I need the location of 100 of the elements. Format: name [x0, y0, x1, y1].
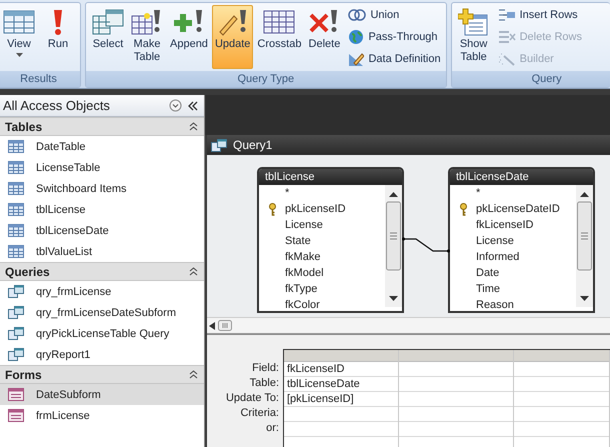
- ribbon-button[interactable]: View: [0, 5, 38, 69]
- ruler-pencil-icon: [348, 51, 364, 67]
- field-name[interactable]: License: [476, 235, 514, 247]
- field-name[interactable]: fkLicenseID: [476, 219, 534, 231]
- grid-cell[interactable]: tblLicenseDate: [284, 377, 398, 392]
- key-icon: [458, 202, 468, 216]
- navigation-item[interactable]: frmLicense: [0, 405, 204, 426]
- horizontal-scrollbar[interactable]: [207, 317, 610, 333]
- collapse-chevron-icon[interactable]: [188, 100, 198, 110]
- ribbon-button[interactable]: Delete: [305, 5, 344, 69]
- navigation-item[interactable]: Switchboard Items: [0, 178, 204, 199]
- row-label: Table:: [250, 376, 279, 391]
- table-field-list[interactable]: tblLicenseDate * pkLicenseDateID fkLicenseID License Informed Date Time Reason: [448, 167, 595, 313]
- item-label: Switchboard Items: [36, 182, 126, 194]
- navigation-item[interactable]: DateSubform: [0, 384, 204, 405]
- section-title: Tables: [5, 120, 42, 134]
- field-name[interactable]: Reason: [476, 299, 514, 311]
- wand-icon: [498, 52, 516, 66]
- column-selector[interactable]: [514, 350, 609, 362]
- ribbon-button[interactable]: Show Table: [454, 5, 493, 69]
- dropdown-circle-icon[interactable]: [169, 99, 182, 112]
- new-table-icon: [131, 8, 163, 36]
- grid-cell[interactable]: [pkLicenseID]: [284, 392, 398, 407]
- table-title: tblLicense: [259, 169, 402, 185]
- navigation-item[interactable]: LicenseTable: [0, 157, 204, 178]
- ribbon-button[interactable]: Run: [39, 5, 77, 69]
- section-title: Forms: [5, 368, 42, 382]
- row-label: Update To:: [226, 391, 279, 406]
- field-name[interactable]: *: [285, 187, 290, 199]
- group-label: Results: [0, 71, 80, 87]
- pencil-icon: [216, 8, 249, 36]
- collapse-chevron-icon: [189, 370, 198, 379]
- section-header[interactable]: Tables: [0, 117, 204, 136]
- grid-cell[interactable]: fkLicenseID: [284, 362, 398, 377]
- item-label: tblLicense: [36, 204, 86, 216]
- item-label: tblValueList: [36, 246, 92, 258]
- navigation-item[interactable]: qry_frmLicenseDateSubform: [0, 302, 204, 323]
- field-name[interactable]: License: [285, 219, 323, 231]
- table-icon: [8, 140, 24, 153]
- navigation-item[interactable]: tblLicenseDate: [0, 220, 204, 241]
- ribbon-button[interactable]: Append: [167, 5, 211, 69]
- table-icon: [8, 161, 24, 174]
- item-label: qryPickLicenseTable Query: [36, 328, 170, 340]
- field-name[interactable]: Time: [476, 283, 500, 295]
- ribbon-button[interactable]: Crosstab: [254, 5, 304, 69]
- field-name[interactable]: Date: [476, 267, 500, 279]
- delete-rows-icon: [498, 30, 516, 44]
- exclamation-icon: [51, 8, 65, 36]
- column-selector[interactable]: [284, 350, 398, 362]
- table-icon: [8, 245, 24, 258]
- navigation-item[interactable]: tblLicense: [0, 199, 204, 220]
- field-name[interactable]: pkLicenseDateID: [476, 203, 560, 215]
- table-title: tblLicenseDate: [450, 169, 593, 185]
- collapse-chevron-icon: [189, 267, 198, 276]
- crosstab-icon: [263, 8, 296, 36]
- table-field-list[interactable]: tblLicense * pkLicenseID License State fkMake fkModel fkType fkColor: [257, 167, 404, 313]
- item-label: DateTable: [36, 140, 86, 152]
- field-name[interactable]: *: [476, 187, 480, 199]
- key-icon: [268, 202, 276, 216]
- field-name[interactable]: fkType: [285, 283, 318, 295]
- navigation-item[interactable]: qryReport1: [0, 344, 204, 365]
- navigation-item[interactable]: qry_frmLicense: [0, 281, 204, 302]
- field-name[interactable]: State: [285, 235, 311, 247]
- ribbon-small-button[interactable]: Insert Rows: [496, 5, 584, 25]
- navigation-item[interactable]: DateTable: [0, 136, 204, 157]
- item-label: DateSubform: [36, 388, 101, 400]
- navigation-title: All Access Objects: [3, 98, 111, 113]
- field-name[interactable]: pkLicenseID: [285, 203, 346, 215]
- ribbon-small-button[interactable]: Pass-Through: [346, 27, 443, 47]
- ribbon-small-button[interactable]: Union: [346, 5, 443, 25]
- ribbon-small-button[interactable]: Data Definition: [346, 49, 443, 69]
- table-icon: [8, 203, 24, 216]
- join-line: [402, 235, 450, 253]
- collapse-chevron-icon: [189, 122, 198, 131]
- table-icon: [8, 182, 24, 195]
- form-icon: [8, 388, 24, 401]
- section-header[interactable]: Queries: [0, 262, 204, 281]
- ribbon-button[interactable]: Make Table: [128, 5, 166, 69]
- field-name[interactable]: fkColor: [285, 299, 320, 311]
- globe-icon: [348, 29, 364, 45]
- section-header[interactable]: Forms: [0, 365, 204, 384]
- ribbon-button[interactable]: Update: [212, 5, 254, 69]
- row-label: or:: [266, 421, 279, 436]
- column-selector[interactable]: [399, 350, 513, 362]
- item-label: qryReport1: [36, 348, 90, 360]
- ribbon-button[interactable]: Select: [89, 5, 127, 69]
- window-title: Query1: [233, 138, 272, 152]
- field-name[interactable]: fkMake: [285, 251, 320, 263]
- navigation-item[interactable]: qryPickLicenseTable Query: [0, 323, 204, 344]
- scroll-left-icon: [209, 322, 215, 330]
- datasheet-icon: [3, 8, 35, 36]
- tables-icon: [92, 8, 124, 36]
- query-icon: [211, 138, 227, 152]
- row-label: Field:: [252, 361, 279, 376]
- row-label: Criteria:: [240, 406, 279, 421]
- insert-rows-icon: [498, 8, 516, 22]
- field-name[interactable]: Informed: [476, 251, 520, 263]
- navigation-item[interactable]: tblValueList: [0, 241, 204, 262]
- group-label: Query: [452, 71, 610, 87]
- field-name[interactable]: fkModel: [285, 267, 324, 279]
